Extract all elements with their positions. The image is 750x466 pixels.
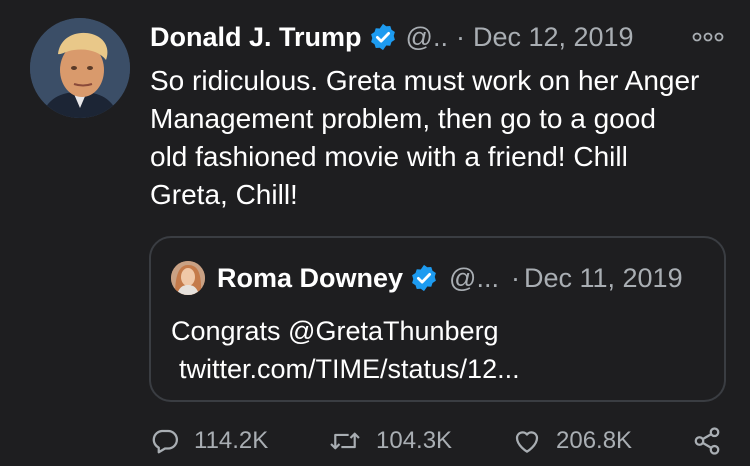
like-button[interactable]: 206.8K [512, 424, 632, 458]
reply-button[interactable]: 114.2K [150, 424, 268, 458]
author-name[interactable]: Donald J. Trump [150, 22, 362, 53]
quoted-tweet-date[interactable]: Dec 11, 2019 [524, 263, 683, 294]
quoted-tweet-link[interactable]: twitter.com/TIME/status/12... [171, 350, 520, 388]
header-separator: · [455, 21, 465, 52]
comment-icon [152, 429, 178, 454]
tweet-actions: 114.2K 104.3K 206.8K [150, 424, 730, 458]
author-handle[interactable]: @.. [406, 22, 448, 53]
quoted-tweet-text-line: Congrats @GretaThunberg [171, 316, 499, 346]
retweet-icon [330, 432, 360, 450]
share-icon [694, 427, 720, 455]
verified-badge-icon [370, 23, 395, 51]
tweet-date[interactable]: Dec 12, 2019 [473, 22, 634, 53]
tweet-text: So ridiculous. Greta must work on her An… [150, 65, 700, 210]
quoted-author-avatar-image [171, 261, 205, 295]
author-avatar-image [30, 18, 130, 118]
quoted-tweet-text: Congrats @GretaThunberg twitter.com/TIME… [171, 312, 520, 388]
reply-count: 114.2K [194, 427, 269, 454]
like-count: 206.8K [556, 427, 633, 454]
retweet-button[interactable]: 104.3K [328, 424, 452, 458]
quoted-author-handle[interactable]: @... [449, 263, 499, 294]
quoted-author-avatar[interactable] [171, 261, 205, 295]
quoted-tweet[interactable]: Roma Downey @... · Dec 11, 2019 Congrats… [149, 236, 726, 402]
author-avatar[interactable] [30, 18, 130, 118]
tweet[interactable]: Donald J. Trump @.. · Dec 12, 2019 So ri… [0, 0, 750, 466]
quoted-author-name[interactable]: Roma Downey [217, 263, 403, 294]
verified-badge-icon [412, 264, 436, 292]
retweet-count: 104.3K [376, 427, 453, 454]
share-button[interactable] [692, 424, 736, 458]
quoted-header-separator: · [510, 262, 520, 293]
heart-icon [515, 431, 539, 453]
more-options-icon[interactable] [692, 30, 724, 44]
tweet-header: Donald J. Trump @.. · Dec 12, 2019 [150, 20, 634, 54]
quoted-tweet-header: Roma Downey @... · Dec 11, 2019 [171, 260, 683, 296]
